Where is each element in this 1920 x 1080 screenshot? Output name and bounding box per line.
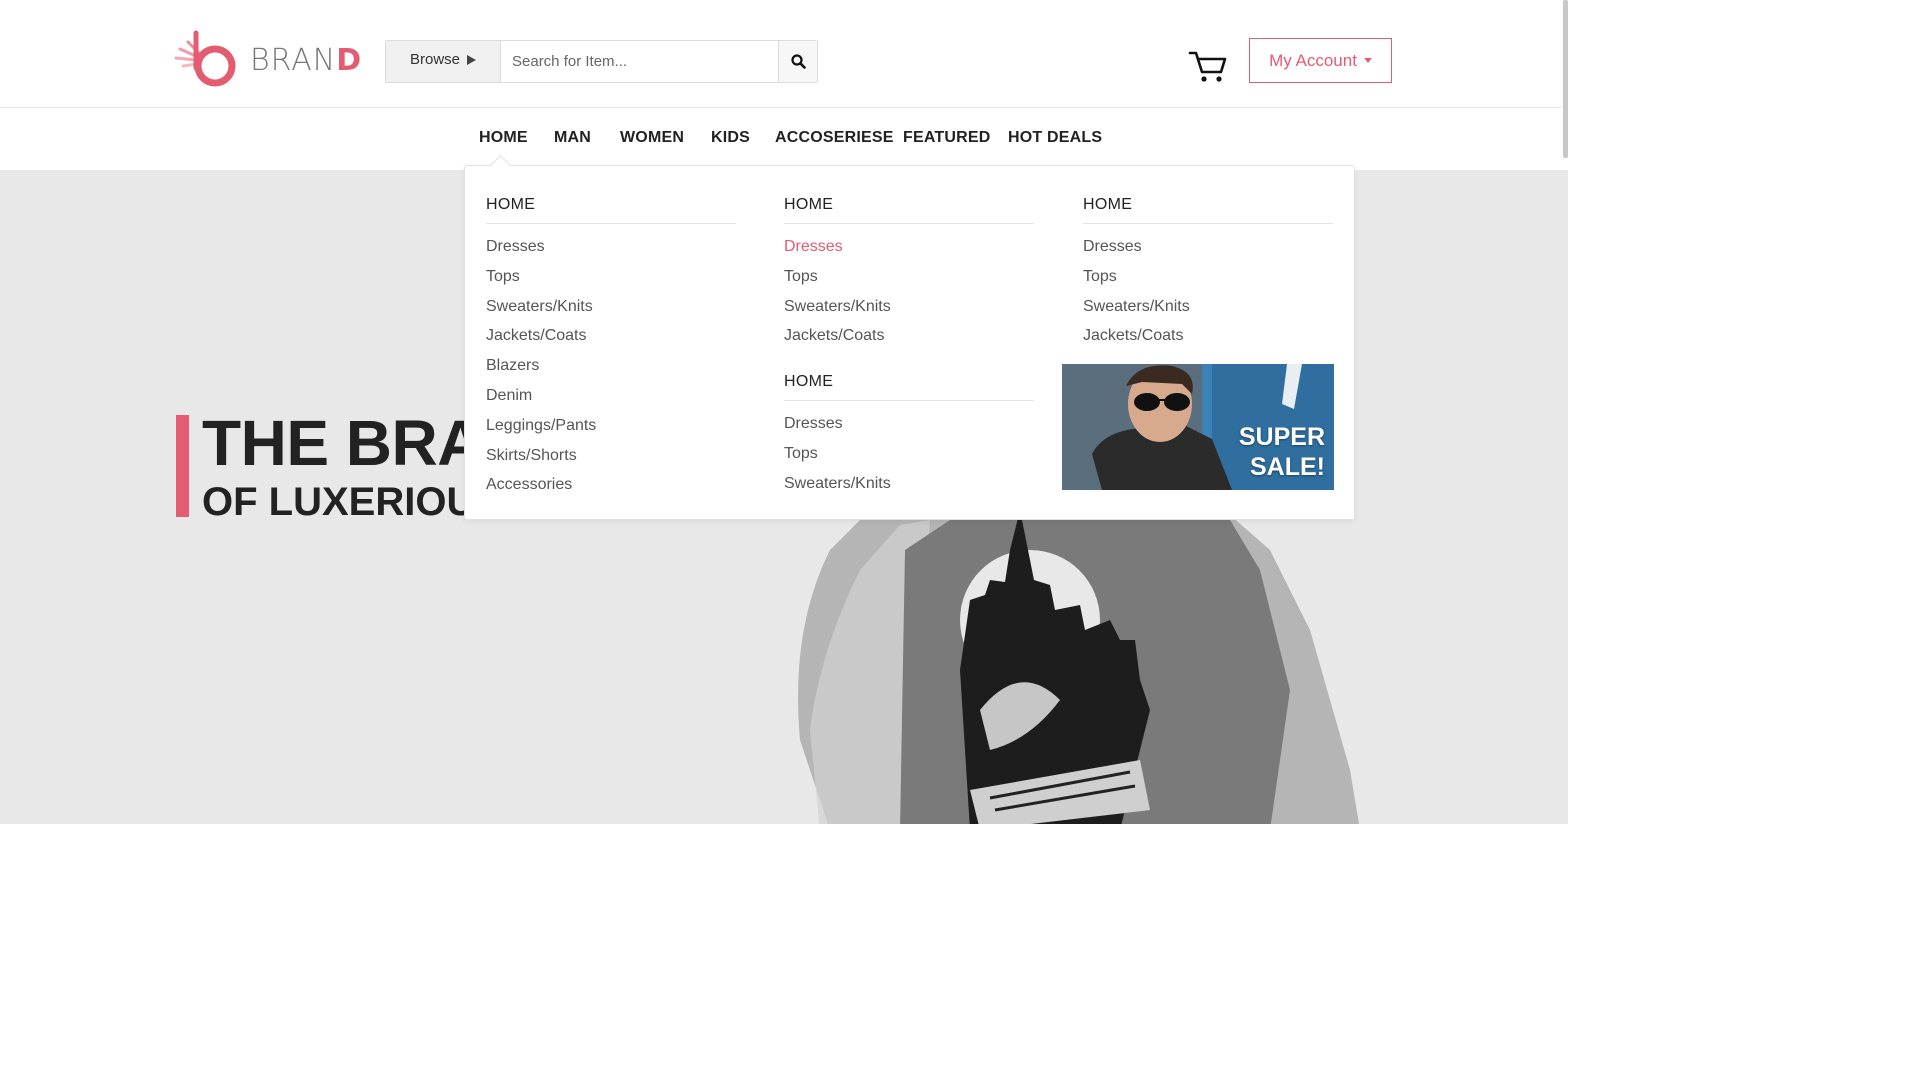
menu-link-sweaters-knits[interactable]: Sweaters/Knits xyxy=(486,297,736,327)
super-sale-promo-banner[interactable]: SUPER SALE! xyxy=(1062,364,1334,490)
menu-link-dresses[interactable]: Dresses xyxy=(486,237,736,267)
nav-featured[interactable]: FEATURED xyxy=(903,129,991,147)
page-scrollbar[interactable] xyxy=(1563,0,1568,158)
my-account-label: My Account xyxy=(1269,50,1357,70)
hero-accent-bar xyxy=(176,415,189,517)
cart-button[interactable] xyxy=(1188,46,1228,84)
mega-column-1: HOME Dresses Tops Sweaters/Knits Jackets… xyxy=(486,196,736,505)
promo-text: SUPER SALE! xyxy=(1238,423,1325,481)
menu-link-skirts-shorts[interactable]: Skirts/Shorts xyxy=(486,446,736,476)
menu-link-tops[interactable]: Tops xyxy=(784,444,1034,474)
mega-column-3: HOME Dresses Tops Sweaters/Knits Jackets… xyxy=(1083,196,1333,356)
column-heading: HOME xyxy=(784,373,1034,401)
menu-link-jackets-coats[interactable]: Jackets/Coats xyxy=(486,326,736,356)
my-account-button[interactable]: My Account xyxy=(1249,38,1392,83)
browse-button[interactable]: Browse xyxy=(386,41,501,82)
menu-link-tops[interactable]: Tops xyxy=(486,267,736,297)
mega-column-2: HOME Dresses Tops Sweaters/Knits Jackets… xyxy=(784,196,1034,356)
content-area xyxy=(0,824,1568,882)
menu-link-accessories[interactable]: Accessories xyxy=(486,475,736,505)
cart-icon xyxy=(1188,51,1227,82)
nav-accessories[interactable]: ACCOSERIESE xyxy=(775,129,894,147)
menu-link-tops[interactable]: Tops xyxy=(784,267,1034,297)
search-button[interactable] xyxy=(778,41,817,82)
search-icon xyxy=(790,54,806,69)
nav-home[interactable]: HOME xyxy=(479,129,528,147)
menu-link-jackets-coats[interactable]: Jackets/Coats xyxy=(784,326,1034,356)
nav-kids[interactable]: KIDS xyxy=(711,129,750,147)
menu-link-dresses[interactable]: Dresses xyxy=(784,237,1034,267)
menu-link-sweaters-knits[interactable]: Sweaters/Knits xyxy=(784,297,1034,327)
nav-hot-deals[interactable]: HOT DEALS xyxy=(1008,129,1102,147)
brand-name: BRAND xyxy=(250,42,363,78)
menu-link-blazers[interactable]: Blazers xyxy=(486,356,736,386)
column-links: Dresses Tops Sweaters/Knits xyxy=(784,414,1034,503)
menu-link-dresses[interactable]: Dresses xyxy=(784,414,1034,444)
column-heading: HOME xyxy=(486,196,736,224)
mega-column-2b: HOME Dresses Tops Sweaters/Knits xyxy=(784,373,1034,503)
menu-link-tops[interactable]: Tops xyxy=(1083,267,1333,297)
main-nav: HOME MAN WOMEN KIDS ACCOSERIESE FEATURED… xyxy=(0,109,1568,170)
menu-link-leggings-pants[interactable]: Leggings/Pants xyxy=(486,416,736,446)
menu-link-dresses[interactable]: Dresses xyxy=(1083,237,1333,267)
hero-subtitle: OF LUXERIOU xyxy=(202,480,476,524)
menu-link-denim[interactable]: Denim xyxy=(486,386,736,416)
menu-link-sweaters-knits[interactable]: Sweaters/Knits xyxy=(1083,297,1333,327)
hero-model-image xyxy=(798,510,1359,824)
column-heading: HOME xyxy=(784,196,1034,224)
menu-link-sweaters-knits[interactable]: Sweaters/Knits xyxy=(784,474,1034,504)
nav-man[interactable]: MAN xyxy=(554,129,591,147)
brand-logo[interactable]: BRAND xyxy=(174,30,362,90)
column-heading: HOME xyxy=(1083,196,1333,224)
triangle-right-icon xyxy=(467,54,477,65)
browse-label: Browse xyxy=(409,51,461,68)
column-links: Dresses Tops Sweaters/Knits Jackets/Coat… xyxy=(784,237,1034,356)
mega-menu: HOME Dresses Tops Sweaters/Knits Jackets… xyxy=(464,165,1355,520)
brand-logo-icon xyxy=(174,30,236,87)
site-header: BRAND Browse My Account xyxy=(0,0,1568,108)
hero-title: THE BRA xyxy=(202,407,483,479)
column-links: Dresses Tops Sweaters/Knits Jackets/Coat… xyxy=(486,237,736,505)
nav-women[interactable]: WOMEN xyxy=(620,129,684,147)
column-links: Dresses Tops Sweaters/Knits Jackets/Coat… xyxy=(1083,237,1333,356)
menu-link-jackets-coats[interactable]: Jackets/Coats xyxy=(1083,326,1333,356)
search-input[interactable] xyxy=(501,41,778,82)
caret-down-icon xyxy=(1363,58,1372,63)
search-bar: Browse xyxy=(385,40,818,83)
